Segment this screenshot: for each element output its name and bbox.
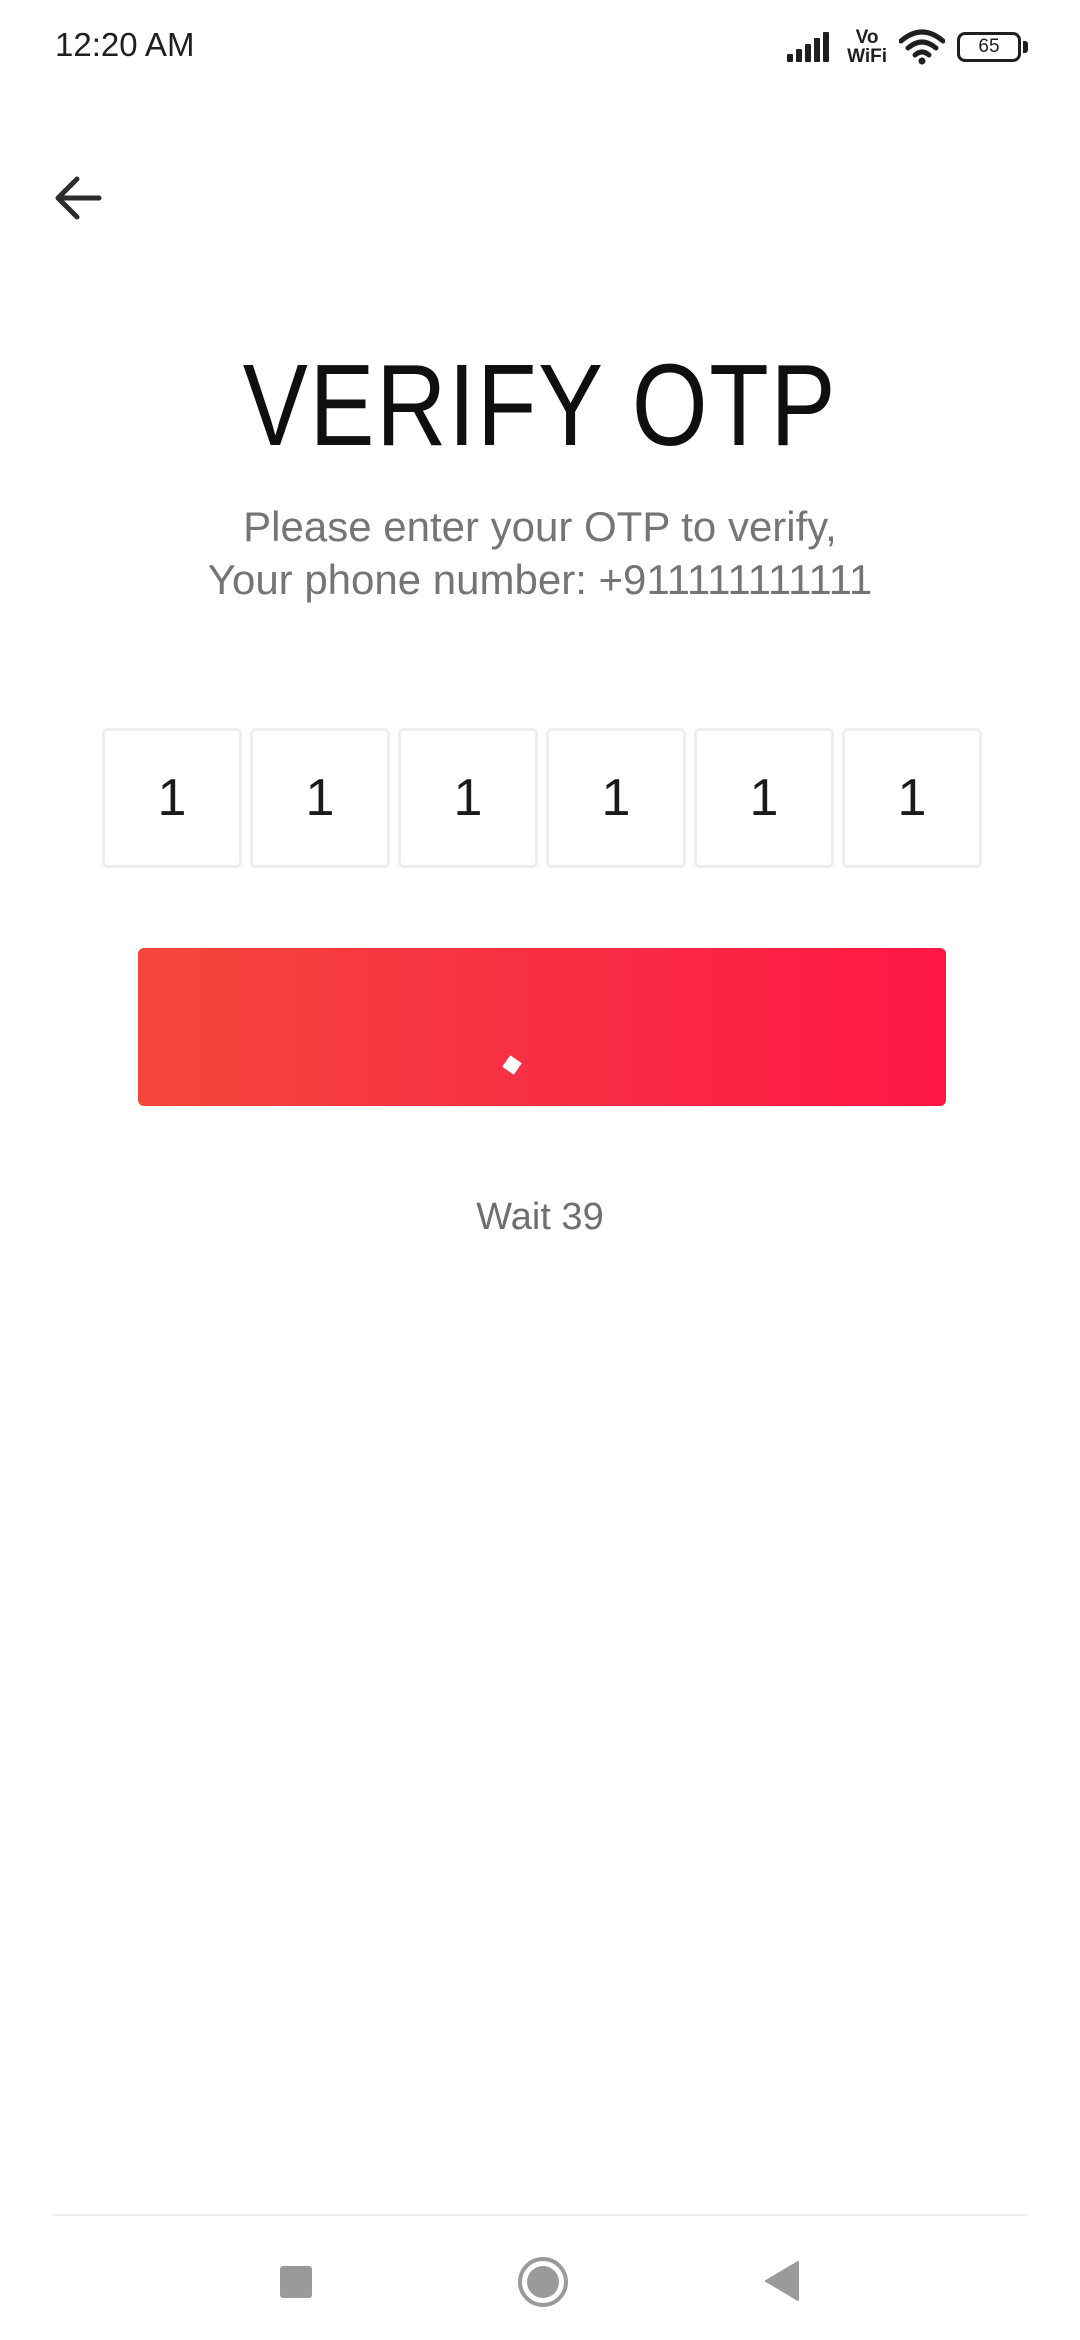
otp-digit-3[interactable]: 1	[398, 728, 538, 868]
subtitle-phone-number: Your phone number: +911111111111	[207, 556, 873, 603]
status-bar: 12:20 AM Vo WiFi 65	[0, 0, 1080, 96]
otp-digit-1[interactable]: 1	[102, 728, 242, 868]
subtitle: Please enter your OTP to verify, Your ph…	[0, 500, 1080, 606]
subtitle-instruction: Please enter your OTP to verify,	[243, 503, 837, 550]
page-title: VERIFY OTP	[242, 340, 838, 470]
back-button[interactable]	[40, 160, 116, 236]
otp-digit-4[interactable]: 1	[546, 728, 686, 868]
nav-divider	[52, 2214, 1028, 2216]
signal-icon	[787, 32, 830, 62]
vowifi-top-label: Vo	[855, 27, 879, 48]
battery-level: 65	[978, 36, 1000, 57]
home-icon[interactable]	[516, 2255, 570, 2309]
status-time: 12:20 AM	[55, 26, 195, 63]
recent-apps-icon[interactable]	[280, 2266, 312, 2298]
otp-digit-5[interactable]: 1	[694, 728, 834, 868]
otp-digit-6[interactable]: 1	[842, 728, 982, 868]
battery-tip	[1023, 41, 1028, 53]
otp-digit-2[interactable]: 1	[250, 728, 390, 868]
status-icons: Vo WiFi 65	[787, 24, 1028, 70]
verify-button[interactable]	[138, 948, 946, 1106]
arrow-left-icon	[55, 176, 102, 220]
back-triangle-icon[interactable]	[764, 2260, 800, 2302]
resend-wait-timer: Wait 39	[476, 1196, 604, 1238]
vowifi-icon: Vo WiFi	[847, 28, 887, 66]
vowifi-bottom-label: WiFi	[847, 46, 887, 67]
battery-icon: 65	[957, 32, 1028, 62]
wifi-icon	[899, 29, 945, 65]
otp-input-row: 1 1 1 1 1 1	[102, 728, 982, 874]
battery-body: 65	[957, 32, 1021, 62]
